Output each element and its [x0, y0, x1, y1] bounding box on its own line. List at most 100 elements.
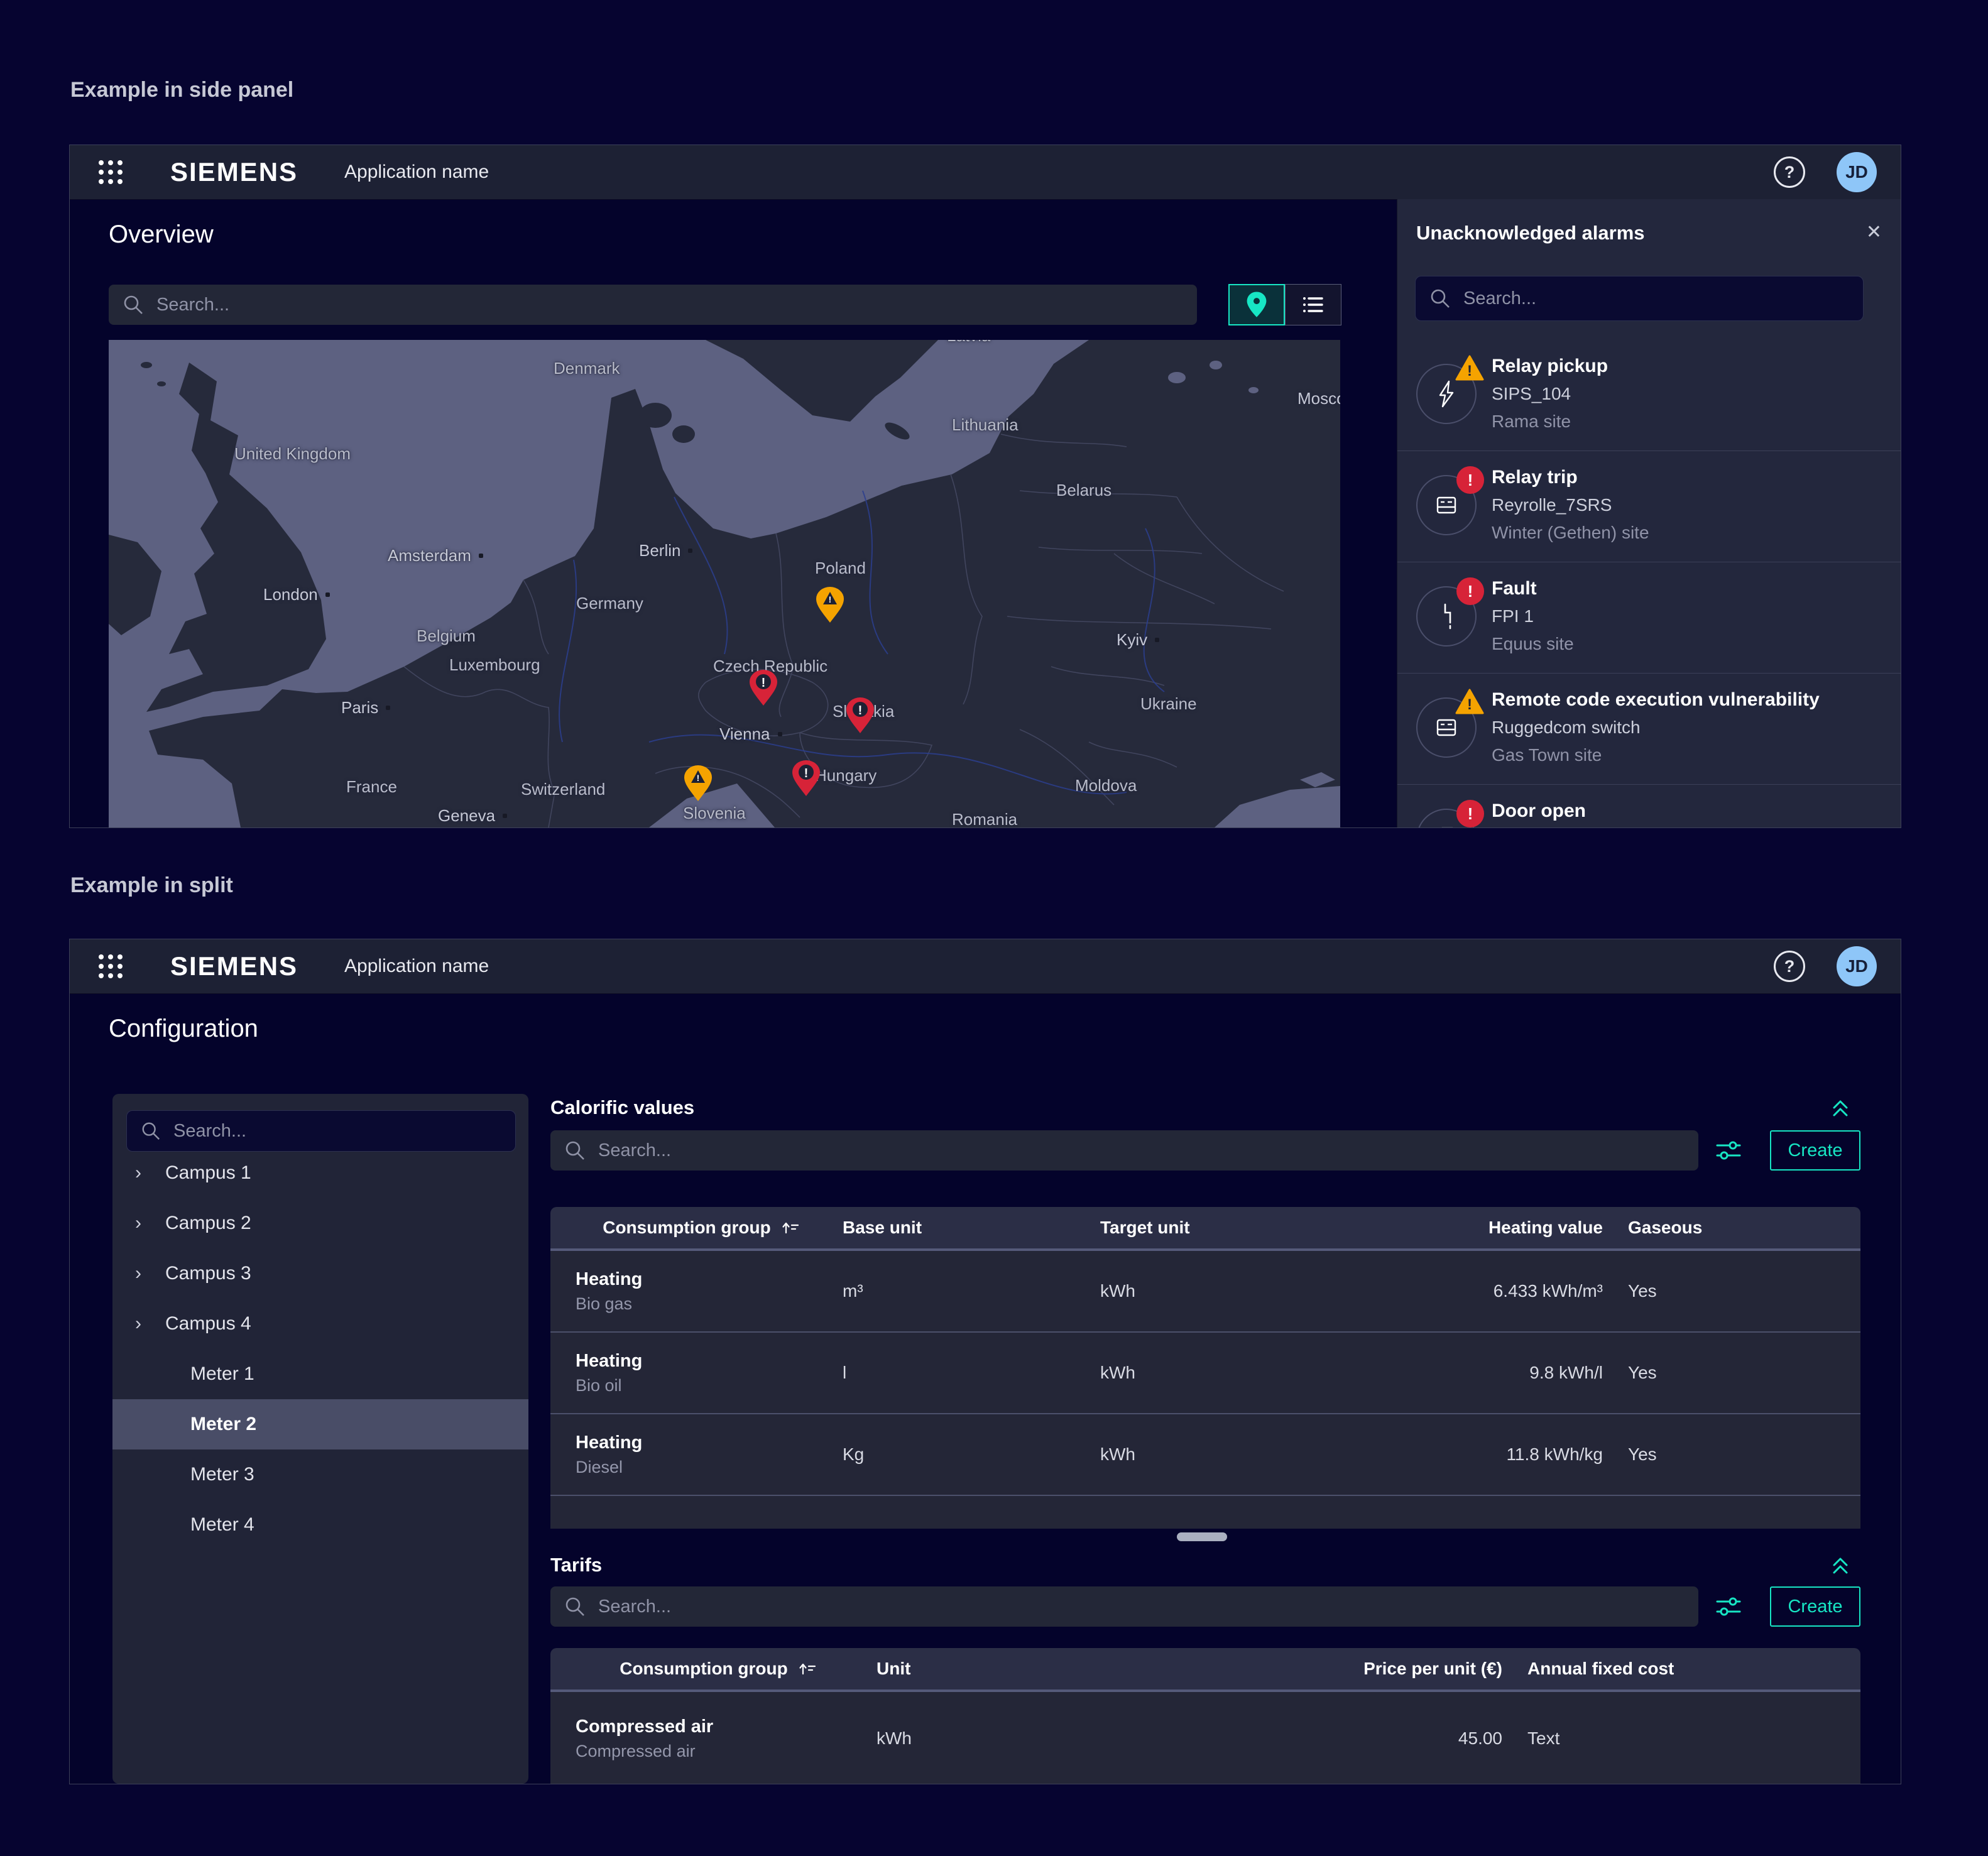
- chevron-right-icon[interactable]: ›: [135, 1263, 165, 1284]
- sidebar-item-meter-1[interactable]: Meter 1: [112, 1349, 528, 1399]
- chevron-right-icon[interactable]: ›: [135, 1313, 165, 1335]
- calorific-create-button[interactable]: Create: [1770, 1130, 1860, 1171]
- alarm-list-item[interactable]: !Remote code execution vulnerabilityRugg…: [1397, 674, 1901, 785]
- alarm-site-name: Equus site: [1492, 630, 1889, 658]
- critical-badge-icon: !: [1456, 800, 1484, 827]
- horizontal-scrollbar-thumb[interactable]: [1177, 1532, 1227, 1541]
- svg-text:!: !: [697, 773, 700, 783]
- map-country-label: Latvia: [947, 340, 990, 346]
- alarms-panel-title: Unacknowledged alarms: [1416, 222, 1645, 244]
- overview-search-input[interactable]: [155, 294, 1197, 316]
- tarifs-search: [550, 1586, 1698, 1627]
- chevron-right-icon[interactable]: ›: [135, 1213, 165, 1234]
- map-city-label: Moscow: [1297, 389, 1340, 408]
- map-pin-icon: [1245, 291, 1268, 319]
- map-city-label: Vienna: [719, 724, 782, 744]
- table-row[interactable]: Heatingm³kWh6.433 kWh/m³No: [550, 1496, 1860, 1529]
- column-consumption-group[interactable]: Consumption group: [550, 1218, 827, 1238]
- alarm-device-name: Ruggedcom switch: [1492, 714, 1889, 741]
- application-name: Application name: [344, 161, 489, 183]
- page-title-overview: Overview: [109, 221, 214, 249]
- critical-map-pin-icon[interactable]: !: [748, 669, 778, 707]
- map-country-label: Poland: [815, 559, 866, 578]
- table-row[interactable]: HeatingDieselKgkWh11.8 kWh/kgYes: [550, 1414, 1860, 1496]
- cell-target-unit: kWh: [1084, 1333, 1342, 1413]
- window-configuration: SIEMENS Application name ? JD Configurat…: [69, 939, 1901, 1784]
- sidebar-item-meter-4[interactable]: Meter 4: [112, 1500, 528, 1550]
- sidebar-item-campus-4[interactable]: ›Campus 4: [112, 1299, 528, 1349]
- map-canvas[interactable]: DenmarkLatviaMoscowLithuaniaUnited Kingd…: [109, 340, 1340, 827]
- overview-search: [109, 285, 1197, 325]
- tarifs-search-input[interactable]: [597, 1596, 1698, 1618]
- sidebar-search-input[interactable]: [172, 1120, 515, 1142]
- cell-group-label: Heating: [576, 1348, 642, 1373]
- list-view-toggle[interactable]: [1285, 284, 1341, 325]
- table-row[interactable]: HeatingBio oillkWh9.8 kWh/lYes: [550, 1333, 1860, 1414]
- map-city-dot: [503, 814, 507, 818]
- alarm-texts: FaultFPI 1Equus site: [1492, 575, 1889, 658]
- app-launcher-icon[interactable]: [99, 954, 123, 978]
- cell-consumption-group: Heating: [550, 1496, 827, 1529]
- filter-icon[interactable]: [1715, 1593, 1742, 1620]
- map-city-dot: [688, 549, 692, 553]
- tarifs-create-button[interactable]: Create: [1770, 1586, 1860, 1627]
- close-icon[interactable]: ✕: [1866, 223, 1882, 242]
- list-icon: [1301, 293, 1326, 316]
- map-view-toggle[interactable]: [1228, 284, 1285, 325]
- critical-map-pin-icon[interactable]: !: [845, 697, 875, 734]
- warning-badge-icon: !: [1455, 355, 1484, 381]
- alarm-title: Relay trip: [1492, 464, 1889, 491]
- cell-heating-value: 6.433 kWh/m³: [1342, 1251, 1603, 1331]
- alarm-device-name: Reyrolle_7SRS: [1492, 491, 1889, 519]
- alarm-list-item[interactable]: !Relay tripReyrolle_7SRSWinter (Gethen) …: [1397, 451, 1901, 562]
- cell-consumption-group: Compressed airCompressed air: [550, 1692, 861, 1784]
- map-city-label: Kyiv: [1117, 630, 1159, 650]
- sidebar-item-meter-2[interactable]: Meter 2: [112, 1399, 528, 1449]
- alarm-list-item[interactable]: !FaultFPI 1Equus site: [1397, 562, 1901, 674]
- collapse-icon[interactable]: [1828, 1095, 1853, 1120]
- alarm-list-item[interactable]: ! Relay pickupSIPS_104Rama site: [1397, 340, 1901, 451]
- critical-map-pin-icon[interactable]: !: [791, 760, 821, 797]
- calorific-search-input[interactable]: [597, 1140, 1698, 1162]
- avatar[interactable]: JD: [1837, 152, 1877, 192]
- warning-map-pin-icon[interactable]: !: [815, 586, 845, 624]
- map-city-dot: [386, 706, 390, 710]
- cell-base-unit: Kg: [827, 1414, 1084, 1495]
- filter-icon[interactable]: [1715, 1137, 1742, 1164]
- chevron-right-icon[interactable]: ›: [135, 1162, 165, 1184]
- collapse-icon[interactable]: [1828, 1553, 1853, 1578]
- cell-heating-value: 6.433 kWh/m³: [1342, 1496, 1603, 1529]
- table-row[interactable]: Compressed airCompressed airkWh45.00Text: [550, 1692, 1860, 1784]
- alarm-texts: Relay pickupSIPS_104Rama site: [1492, 352, 1889, 435]
- sidebar-item-campus-1[interactable]: ›Campus 1: [112, 1148, 528, 1198]
- avatar[interactable]: JD: [1837, 946, 1877, 986]
- help-icon[interactable]: ?: [1774, 156, 1805, 188]
- alarm-title: Fault: [1492, 575, 1889, 603]
- sidebar-item-campus-3[interactable]: ›Campus 3: [112, 1248, 528, 1299]
- warning-map-pin-icon[interactable]: !: [683, 765, 713, 802]
- alarm-device-name: FPI 1: [1492, 603, 1889, 630]
- tarifs-table-header: Consumption group Unit Price per unit (€…: [550, 1648, 1860, 1692]
- cell-target-unit: kWh: [1084, 1251, 1342, 1331]
- table-row[interactable]: HeatingBio gasm³kWh6.433 kWh/m³Yes: [550, 1251, 1860, 1333]
- alarms-search: [1415, 276, 1864, 321]
- sidebar-item-meter-3[interactable]: Meter 3: [112, 1449, 528, 1500]
- tarifs-section-title: Tarifs: [550, 1554, 602, 1576]
- alarm-device-icon: !: [1416, 800, 1479, 827]
- map-country-label: Ukraine: [1140, 694, 1197, 714]
- view-toggle: [1228, 284, 1341, 325]
- warning-badge-icon: !: [1455, 689, 1484, 715]
- cell-base-unit: m³: [827, 1251, 1084, 1331]
- app-launcher-icon[interactable]: [99, 160, 123, 184]
- help-icon[interactable]: ?: [1774, 951, 1805, 982]
- svg-text:!: !: [1467, 696, 1472, 713]
- cell-target-unit: kWh: [1084, 1496, 1342, 1529]
- column-heating-value: Heating value: [1342, 1218, 1603, 1238]
- column-consumption-group[interactable]: Consumption group: [550, 1659, 861, 1679]
- alarms-search-input[interactable]: [1462, 288, 1863, 310]
- alarm-list-item[interactable]: !Door openFPI 1: [1397, 785, 1901, 827]
- svg-text:!: !: [858, 704, 863, 718]
- sidebar-item-campus-2[interactable]: ›Campus 2: [112, 1198, 528, 1248]
- tree-item-label: Campus 1: [165, 1162, 251, 1184]
- column-unit: Unit: [861, 1659, 1179, 1679]
